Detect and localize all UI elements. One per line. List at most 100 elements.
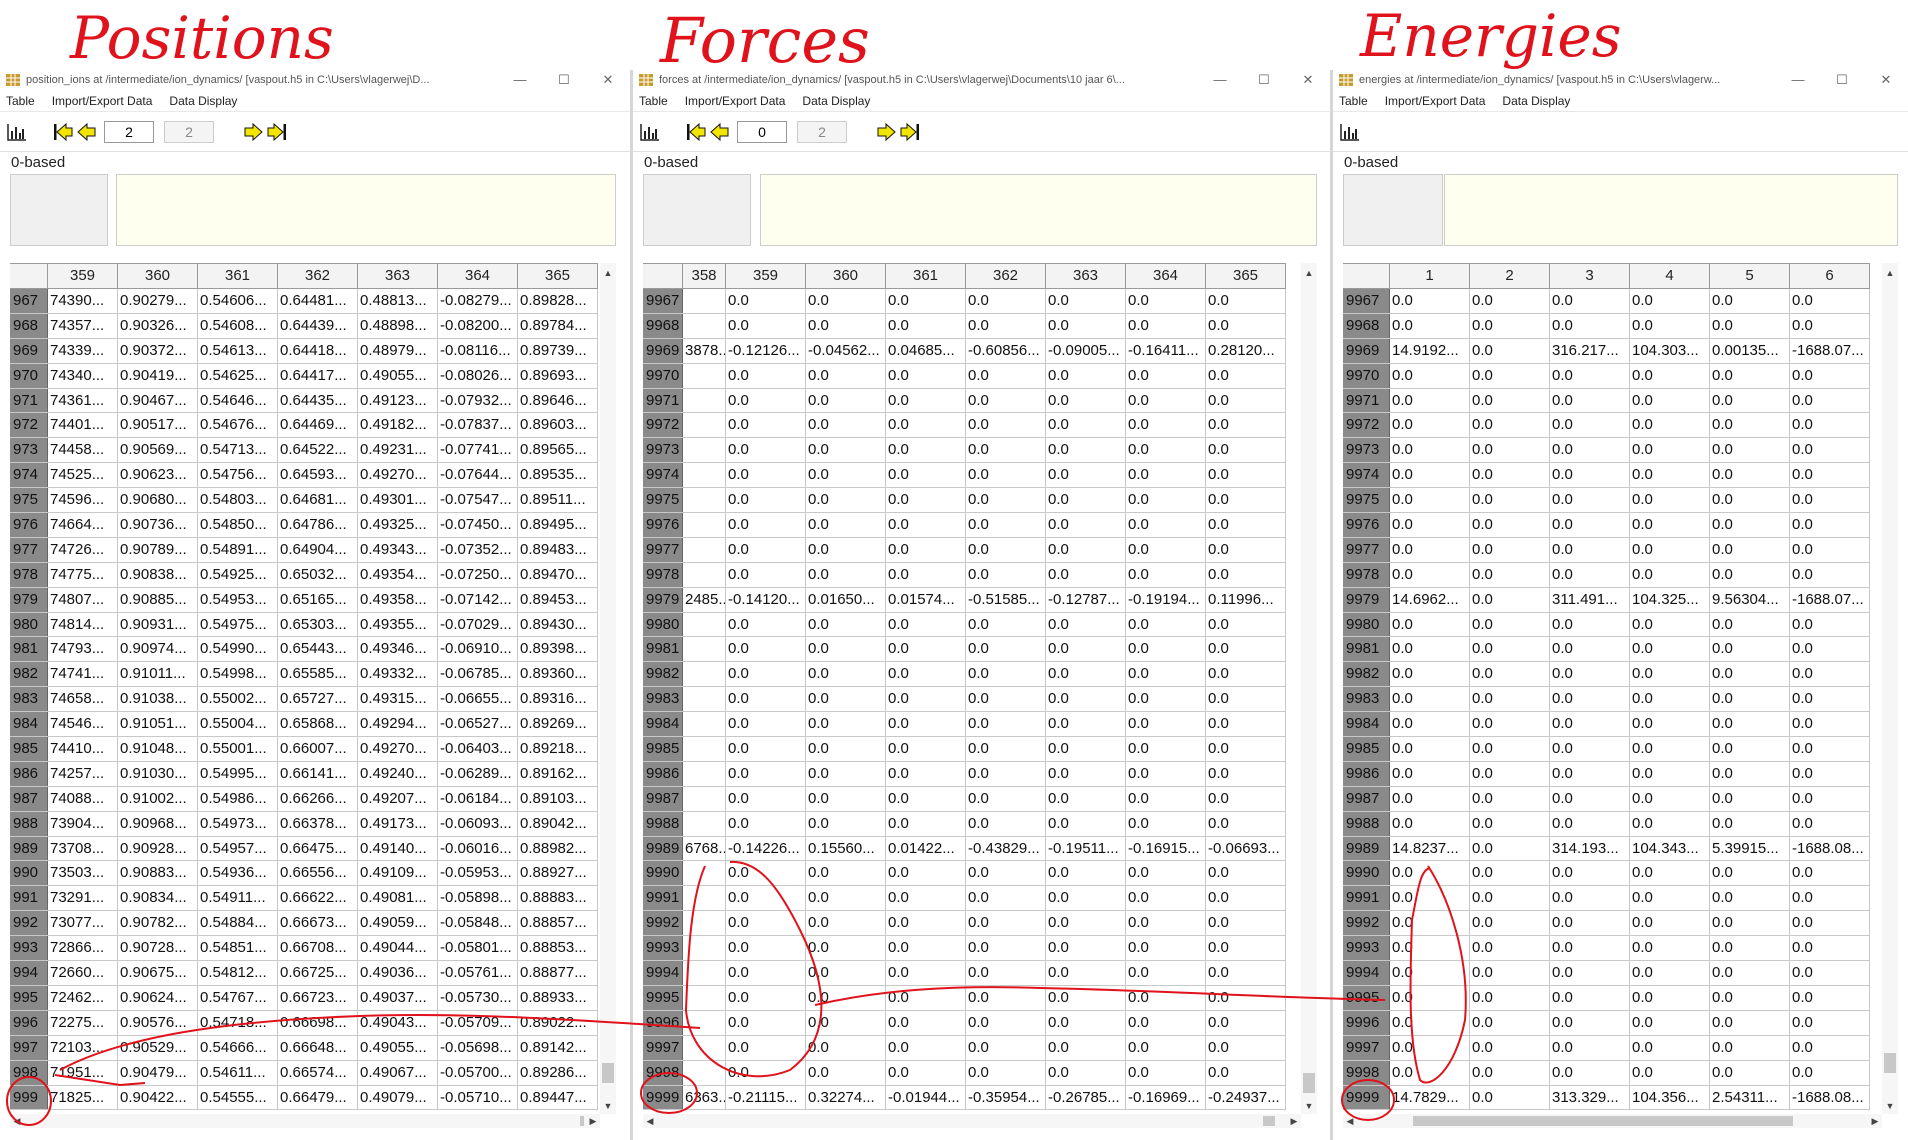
table-cell[interactable]: 0.0 bbox=[726, 289, 806, 313]
table-cell[interactable]: -0.16969... bbox=[1126, 1085, 1206, 1110]
menu-import-export[interactable]: Import/Export Data bbox=[685, 94, 786, 108]
table-cell[interactable]: 0.49055... bbox=[358, 1035, 438, 1060]
table-cell[interactable] bbox=[683, 936, 726, 961]
table-cell[interactable]: 0.0 bbox=[1790, 488, 1870, 513]
table-cell[interactable]: 0.0 bbox=[726, 413, 806, 438]
table-cell[interactable] bbox=[683, 886, 726, 911]
table-cell[interactable]: 0.54756... bbox=[198, 463, 278, 488]
table-cell[interactable]: 0.0 bbox=[726, 911, 806, 936]
table-cell[interactable]: 73904... bbox=[48, 811, 118, 836]
table-cell[interactable]: 0.0 bbox=[1710, 911, 1790, 936]
table-cell[interactable]: 0.0 bbox=[966, 936, 1046, 961]
table-cell[interactable]: -0.05848... bbox=[438, 911, 518, 936]
table-cell[interactable]: 0.0 bbox=[1630, 961, 1710, 985]
table-cell[interactable]: 0.49036... bbox=[358, 961, 438, 985]
row-index[interactable]: 980 bbox=[10, 612, 48, 637]
table-cell[interactable]: 0.0 bbox=[806, 761, 886, 786]
table-cell[interactable]: 0.0 bbox=[1710, 438, 1790, 463]
table-cell[interactable]: 0.0 bbox=[1710, 612, 1790, 637]
table-row[interactable]: 999 71825... 0.90422... 0.54555... 0.66479..… bbox=[10, 1085, 598, 1111]
table-cell[interactable]: 0.0 bbox=[1046, 313, 1126, 338]
table-cell[interactable]: 0.54925... bbox=[198, 562, 278, 587]
table-cell[interactable]: 0.66007... bbox=[278, 737, 358, 761]
table-row[interactable]: 9993 0.0 0.0 0.0 0.0 0.0 0.0 bbox=[1343, 936, 1870, 962]
table-cell[interactable]: -0.19194... bbox=[1126, 587, 1206, 612]
table-cell[interactable]: 0.0 bbox=[1470, 1060, 1550, 1085]
table-cell[interactable]: 0.0 bbox=[1790, 662, 1870, 687]
table-cell[interactable]: 0.0 bbox=[1206, 911, 1286, 936]
table-row[interactable]: 9987 0.0 0.0 0.0 0.0 0.0 0.0 bbox=[1343, 786, 1870, 812]
table-cell[interactable]: 0.0 bbox=[1206, 1035, 1286, 1060]
table-cell[interactable] bbox=[683, 463, 726, 488]
row-index[interactable]: 975 bbox=[10, 488, 48, 513]
table-cell[interactable]: 0.89603... bbox=[518, 413, 598, 438]
table-cell[interactable]: 14.6962... bbox=[1390, 587, 1470, 612]
table-cell[interactable]: 0.64681... bbox=[278, 488, 358, 513]
table-row[interactable]: 9991 0.0 0.0 0.0 0.0 0.0 0.0 bbox=[1343, 886, 1870, 912]
table-cell[interactable]: 0.0 bbox=[1126, 1060, 1206, 1085]
row-index[interactable]: 9989 bbox=[643, 836, 683, 861]
row-index[interactable]: 9973 bbox=[1343, 438, 1390, 463]
vertical-scrollbar[interactable]: ▲ ▼ bbox=[1882, 263, 1898, 1114]
table-row[interactable]: 9978 0.0 0.0 0.0 0.0 0.0 0.0 bbox=[1343, 562, 1870, 588]
table-cell[interactable]: 0.0 bbox=[1470, 911, 1550, 936]
table-cell[interactable]: 9.56304... bbox=[1710, 587, 1790, 612]
row-index[interactable]: 9982 bbox=[643, 662, 683, 687]
table-cell[interactable]: 0.0 bbox=[1550, 985, 1630, 1010]
scroll-thumb[interactable] bbox=[602, 1063, 614, 1083]
table-cell[interactable]: 72275... bbox=[48, 1010, 118, 1035]
vertical-scrollbar[interactable]: ▲ ▼ bbox=[1301, 263, 1317, 1114]
table-cell[interactable]: 0.0 bbox=[806, 961, 886, 985]
table-cell[interactable]: 0.89565... bbox=[518, 438, 598, 463]
table-cell[interactable]: 0.0 bbox=[1126, 388, 1206, 413]
table-cell[interactable]: 74807... bbox=[48, 587, 118, 612]
table-cell[interactable]: 0.0 bbox=[726, 363, 806, 388]
previous-page-icon[interactable] bbox=[76, 121, 98, 143]
table-cell[interactable] bbox=[683, 313, 726, 338]
table-cell[interactable]: 0.89828... bbox=[518, 289, 598, 313]
table-cell[interactable]: 0.0 bbox=[1470, 488, 1550, 513]
table-cell[interactable]: 0.0 bbox=[1550, 786, 1630, 811]
table-cell[interactable]: 0.0 bbox=[1550, 961, 1630, 985]
table-cell[interactable]: 0.0 bbox=[1126, 712, 1206, 737]
scroll-right-icon[interactable]: ▶ bbox=[586, 1114, 600, 1128]
table-cell[interactable]: -0.05710... bbox=[438, 1085, 518, 1110]
table-cell[interactable]: -0.07547... bbox=[438, 488, 518, 513]
row-index[interactable]: 9977 bbox=[1343, 537, 1390, 562]
table-cell[interactable]: -0.24937... bbox=[1206, 1085, 1286, 1110]
table-cell[interactable]: 0.49037... bbox=[358, 985, 438, 1010]
table-cell[interactable]: 0.0 bbox=[806, 936, 886, 961]
table-cell[interactable]: 0.49354... bbox=[358, 562, 438, 587]
table-cell[interactable]: 104.343... bbox=[1630, 836, 1710, 861]
table-cell[interactable]: 0.0 bbox=[1550, 612, 1630, 637]
chart-icon[interactable] bbox=[639, 121, 661, 143]
table-cell[interactable]: 0.0 bbox=[1206, 612, 1286, 637]
row-index[interactable]: 9998 bbox=[643, 1060, 683, 1085]
column-header[interactable]: 4 bbox=[1630, 264, 1710, 288]
table-row[interactable]: 968 74357... 0.90326... 0.54608... 0.64439..… bbox=[10, 313, 598, 339]
table-cell[interactable]: -0.09005... bbox=[1046, 338, 1126, 363]
table-cell[interactable]: 0.49079... bbox=[358, 1085, 438, 1110]
menu-table[interactable]: Table bbox=[639, 94, 668, 108]
row-index[interactable]: 998 bbox=[10, 1060, 48, 1085]
table-cell[interactable]: 0.0 bbox=[1630, 811, 1710, 836]
table-cell[interactable]: 0.0 bbox=[966, 363, 1046, 388]
row-index[interactable]: 9971 bbox=[1343, 388, 1390, 413]
table-cell[interactable]: 0.0 bbox=[966, 861, 1046, 886]
table-cell[interactable]: 0.0 bbox=[726, 886, 806, 911]
row-index[interactable]: 9992 bbox=[1343, 911, 1390, 936]
table-cell[interactable]: -0.06785... bbox=[438, 662, 518, 687]
table-cell[interactable]: 0.0 bbox=[966, 662, 1046, 687]
table-cell[interactable]: -0.06184... bbox=[438, 786, 518, 811]
table-cell[interactable]: 0.0 bbox=[1206, 637, 1286, 662]
minimize-icon[interactable]: — bbox=[1776, 70, 1820, 90]
column-header[interactable]: 360 bbox=[118, 264, 198, 288]
table-cell[interactable]: 0.0 bbox=[1630, 786, 1710, 811]
table-cell[interactable]: 0.0 bbox=[806, 1010, 886, 1035]
column-header[interactable]: 359 bbox=[48, 264, 118, 288]
table-row[interactable]: 99792485...-0.14120...0.01650...0.01574.… bbox=[643, 587, 1286, 613]
column-header[interactable]: 2 bbox=[1470, 264, 1550, 288]
table-cell[interactable]: 0.0 bbox=[1550, 413, 1630, 438]
table-cell[interactable]: 0.0 bbox=[1710, 936, 1790, 961]
row-index[interactable]: 9967 bbox=[1343, 289, 1390, 313]
